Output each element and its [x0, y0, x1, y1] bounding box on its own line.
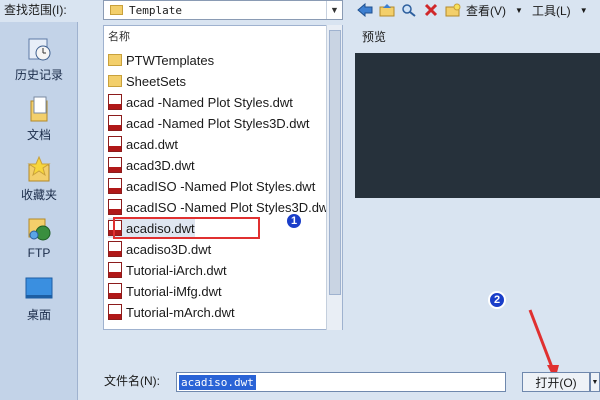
- file-name-input[interactable]: acadiso.dwt: [176, 372, 506, 392]
- back-icon[interactable]: [356, 2, 374, 18]
- file-name: acadiso3D.dwt: [126, 241, 212, 257]
- list-item[interactable]: Tutorial-iMfg.dwt: [108, 281, 222, 301]
- dwt-file-icon: [108, 136, 122, 152]
- chevron-down-icon[interactable]: ▼: [510, 2, 528, 18]
- step-badge-2: 2: [488, 291, 506, 309]
- desktop-icon: [24, 274, 54, 304]
- dwt-file-icon: [108, 262, 122, 278]
- place-label: 收藏夹: [20, 188, 57, 202]
- places-sidebar: 历史记录 文档 收藏夹 FTP 桌面: [0, 22, 78, 400]
- tools-menu[interactable]: 工具(L): [532, 2, 571, 19]
- ftp-icon: [24, 214, 54, 244]
- preview-pane: [355, 53, 600, 198]
- look-in-value: Template: [129, 3, 182, 17]
- preview-label: 预览: [362, 30, 387, 44]
- file-name: SheetSets: [126, 73, 186, 89]
- dwt-file-icon: [108, 157, 122, 173]
- open-options-chevron-icon[interactable]: ▼: [590, 372, 600, 392]
- place-ftp[interactable]: FTP: [0, 214, 78, 260]
- file-name: Tutorial-iArch.dwt: [126, 262, 227, 278]
- dwt-file-icon: [108, 241, 122, 257]
- list-item[interactable]: acad -Named Plot Styles.dwt: [108, 92, 293, 112]
- list-item[interactable]: acad -Named Plot Styles3D.dwt: [108, 113, 310, 133]
- file-name: acadISO -Named Plot Styles3D.dwt: [126, 199, 332, 215]
- place-label: 历史记录: [14, 68, 63, 82]
- place-label: 文档: [26, 128, 51, 142]
- place-label: 桌面: [26, 308, 51, 322]
- list-item[interactable]: acad3D.dwt: [108, 155, 195, 175]
- file-name: acadISO -Named Plot Styles.dwt: [126, 178, 316, 194]
- file-name: acad -Named Plot Styles.dwt: [126, 94, 293, 110]
- place-documents[interactable]: 文档: [0, 94, 78, 143]
- dialog-toolbar: 查看(V) ▼ 工具(L) ▼: [356, 0, 593, 20]
- file-name: acad3D.dwt: [126, 157, 195, 173]
- place-desktop[interactable]: 桌面: [0, 274, 78, 323]
- look-in-label: 查找范围(I):: [4, 3, 67, 17]
- place-favorites[interactable]: 收藏夹: [0, 154, 78, 203]
- scrollbar-thumb[interactable]: [329, 30, 341, 295]
- history-icon: [24, 34, 54, 64]
- place-history[interactable]: 历史记录: [0, 34, 78, 83]
- list-item[interactable]: acad.dwt: [108, 134, 178, 154]
- delete-icon[interactable]: [422, 2, 440, 18]
- look-in-dropdown[interactable]: Template ▼: [103, 0, 343, 20]
- list-item[interactable]: SheetSets: [108, 71, 186, 91]
- file-name: Tutorial-mArch.dwt: [126, 304, 235, 320]
- folder-icon: [108, 75, 122, 87]
- up-folder-icon[interactable]: [378, 2, 396, 18]
- place-label: FTP: [27, 246, 51, 260]
- file-name: acad.dwt: [126, 136, 179, 152]
- file-list[interactable]: 名称 PTWTemplates SheetSets acad -Named Pl…: [103, 25, 343, 330]
- dwt-file-icon: [108, 178, 122, 194]
- list-item[interactable]: Tutorial-mArch.dwt: [108, 302, 235, 322]
- step-badge-1: 1: [285, 212, 303, 230]
- list-item[interactable]: acadISO -Named Plot Styles.dwt: [108, 176, 315, 196]
- dwt-file-icon: [108, 304, 122, 320]
- chevron-down-icon[interactable]: ▼: [326, 1, 342, 19]
- list-item[interactable]: Tutorial-iArch.dwt: [108, 260, 227, 280]
- favorites-icon: [24, 154, 54, 184]
- highlight-box: [113, 217, 260, 239]
- file-name: PTWTemplates: [126, 52, 215, 68]
- documents-icon: [24, 94, 54, 124]
- dwt-file-icon: [108, 199, 122, 215]
- list-item[interactable]: PTWTemplates: [108, 50, 214, 70]
- file-name: acad -Named Plot Styles3D.dwt: [126, 115, 310, 131]
- open-button[interactable]: 打开(O): [522, 372, 590, 392]
- file-name: Tutorial-iMfg.dwt: [126, 283, 222, 299]
- list-item[interactable]: acadiso3D.dwt: [108, 239, 211, 259]
- dwt-file-icon: [108, 115, 122, 131]
- views-menu[interactable]: 查看(V): [466, 2, 506, 19]
- dwt-file-icon: [108, 94, 122, 110]
- dwt-file-icon: [108, 283, 122, 299]
- file-name-label: 文件名(N):: [104, 374, 160, 388]
- folder-icon: [108, 54, 122, 66]
- new-folder-icon[interactable]: [444, 2, 462, 18]
- file-name-value: acadiso.dwt: [179, 374, 256, 390]
- file-list-scrollbar[interactable]: [326, 25, 342, 330]
- name-column-header[interactable]: 名称: [108, 28, 130, 44]
- chevron-down-icon[interactable]: ▼: [575, 2, 593, 18]
- search-icon[interactable]: [400, 2, 418, 18]
- folder-icon: [110, 5, 123, 15]
